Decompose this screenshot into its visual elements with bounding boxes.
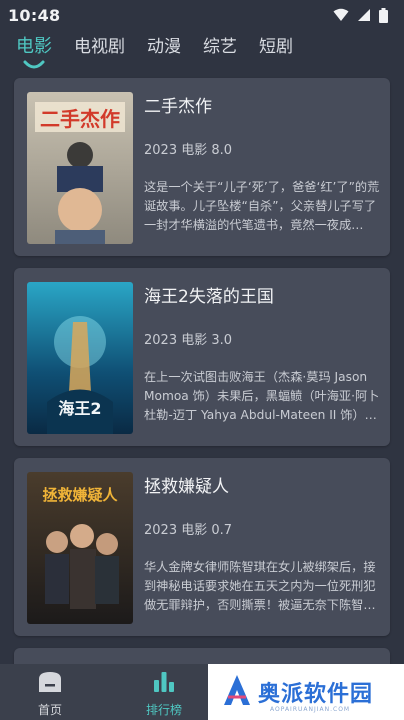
status-time: 10:48 xyxy=(8,5,61,25)
watermark: 奥派软件园 AOPAIRUANJIAN.COM xyxy=(208,664,404,720)
movie-poster: 二手杰作 xyxy=(27,92,133,244)
battery-icon xyxy=(379,7,388,23)
nav-label: 排行榜 xyxy=(145,703,182,717)
tab-variety[interactable]: 综艺 xyxy=(203,32,237,70)
watermark-subtext: AOPAIRUANJIAN.COM xyxy=(270,706,351,713)
tab-label: 电影 xyxy=(16,36,52,57)
tab-label: 综艺 xyxy=(203,37,237,57)
watermark-text: 奥派软件园 xyxy=(258,682,374,707)
movie-title: 拯救嫌疑人 xyxy=(144,477,229,497)
wifi-icon xyxy=(333,8,349,22)
signal-icon xyxy=(357,8,371,22)
tab-tv-series[interactable]: 电视剧 xyxy=(74,32,125,70)
poster-title: 拯救嫌疑人 xyxy=(42,486,118,504)
movie-poster: 海王2 xyxy=(27,282,133,434)
nav-home[interactable]: 首页 xyxy=(0,664,100,720)
movie-description: 在上一次试图击败海王（杰森·莫玛 Jason Momoa 饰）未果后，黑蝠鲼（叶… xyxy=(144,370,380,422)
tab-label: 动漫 xyxy=(147,37,181,57)
nav-label: 首页 xyxy=(37,703,62,717)
movie-description: 华人金牌女律师陈智琪在女儿被绑架后，接到神秘电话要求她在五天之内为一位死刑犯做无… xyxy=(144,560,376,612)
status-icons xyxy=(333,7,388,23)
movie-list: 二手杰作 二手杰作 2023 电影 8.0 这是一个关于“儿子‘死’了，爸爸‘红… xyxy=(14,78,390,700)
movie-card[interactable]: 二手杰作 二手杰作 2023 电影 8.0 这是一个关于“儿子‘死’了，爸爸‘红… xyxy=(14,78,390,256)
poster-title: 二手杰作 xyxy=(40,107,120,131)
category-tabs: 电影 电视剧 动漫 综艺 短剧 xyxy=(0,32,404,72)
movie-title: 二手杰作 xyxy=(144,97,212,117)
tab-label: 短剧 xyxy=(259,37,293,57)
movie-poster: 拯救嫌疑人 xyxy=(27,472,133,624)
movie-meta: 2023 电影 0.7 xyxy=(144,523,233,538)
movie-card[interactable]: 海王2 海王2失落的王国 2023 电影 3.0 在上一次试图击败海王（杰森·莫… xyxy=(14,268,390,446)
nav-ranking[interactable]: 排行榜 xyxy=(112,664,216,720)
watermark-logo-icon xyxy=(222,673,252,711)
tab-movies[interactable]: 电影 xyxy=(16,32,52,70)
home-icon xyxy=(37,670,63,698)
ranking-icon xyxy=(151,670,177,698)
movie-title: 海王2失落的王国 xyxy=(144,287,274,307)
movie-meta: 2023 电影 3.0 xyxy=(144,333,233,348)
tab-active-indicator xyxy=(23,56,45,69)
movie-description: 这是一个关于“儿子‘死’了，爸爸‘红’了”的荒诞故事。儿子坠楼“自杀”，父亲替儿… xyxy=(144,180,380,232)
tab-anime[interactable]: 动漫 xyxy=(147,32,181,70)
movie-card[interactable]: 拯救嫌疑人 拯救嫌疑人 2023 电影 0.7 华人金牌女律师陈智琪在女儿被绑架… xyxy=(14,458,390,636)
tab-short-drama[interactable]: 短剧 xyxy=(259,32,293,70)
status-bar: 10:48 xyxy=(0,0,404,30)
movie-meta: 2023 电影 8.0 xyxy=(144,143,233,158)
tab-label: 电视剧 xyxy=(74,37,125,57)
poster-title: 海王2 xyxy=(58,399,101,418)
